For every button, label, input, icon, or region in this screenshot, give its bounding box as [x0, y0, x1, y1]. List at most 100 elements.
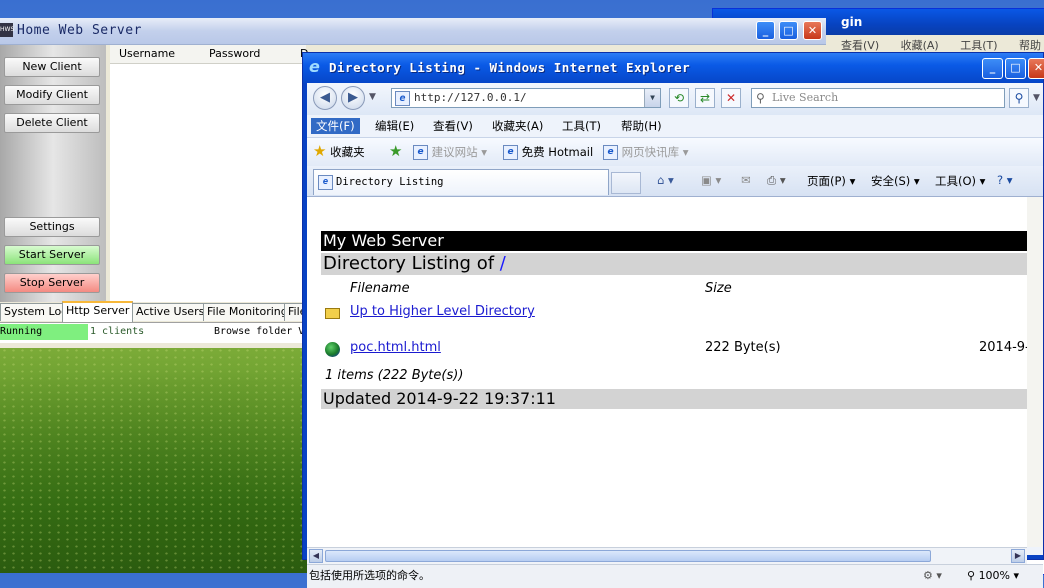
bg-menu-favorites[interactable]: 收藏(A) — [901, 39, 939, 52]
fav-web-slice-gallery[interactable]: e 网页快讯库 ▾ — [603, 144, 689, 160]
add-favorite-icon[interactable]: ★ — [389, 144, 402, 159]
back-arrow-icon[interactable]: ◀ — [313, 86, 337, 110]
ie-window: e Directory Listing - Windows Internet E… — [302, 52, 1044, 588]
ie-close-button[interactable]: ✕ — [1028, 58, 1044, 79]
ie-maximize-button[interactable]: □ — [1005, 58, 1026, 79]
listing-prefix: Directory Listing of — [323, 253, 495, 274]
menu-edit[interactable]: 编辑(E) — [370, 118, 419, 134]
print-icon[interactable]: ⎙ ▾ — [767, 173, 786, 188]
vertical-scrollbar[interactable] — [1027, 197, 1043, 547]
scroll-right-icon[interactable]: ▶ — [1011, 549, 1025, 563]
home-icon[interactable]: ⌂ ▾ — [657, 173, 674, 187]
search-icon[interactable]: ⚲ — [1009, 88, 1029, 108]
horizontal-scrollbar[interactable]: ◀ ▶ — [307, 547, 1027, 564]
file-link[interactable]: poc.html.html — [350, 340, 441, 355]
safety-menu[interactable]: 安全(S) ▾ — [871, 173, 920, 189]
ie-menu-bar: 文件(F) 编辑(E) 查看(V) 收藏夹(A) 工具(T) 帮助(H) — [307, 115, 1043, 138]
listing-path-link[interactable]: / — [500, 253, 506, 274]
hws-minimize-button[interactable]: _ — [756, 21, 775, 40]
search-box[interactable]: ⚲ Live Search — [751, 88, 1005, 108]
tab-directory-listing[interactable]: e Directory Listing — [313, 169, 609, 195]
history-dropdown-icon[interactable]: ▼ — [369, 92, 376, 102]
refresh-icon[interactable]: ⇄ — [695, 88, 715, 108]
folder-up-icon — [325, 308, 340, 319]
column-password[interactable]: Password — [209, 45, 260, 63]
page-menu-label: 页面(P) — [807, 174, 846, 188]
page-menu[interactable]: 页面(P) ▾ — [807, 173, 855, 189]
tab-file-monitoring[interactable]: File Monitoring — [203, 303, 292, 321]
hws-window-title: Home Web Server — [17, 23, 142, 38]
stop-server-button[interactable]: Stop Server — [4, 273, 100, 293]
address-url: http://127.0.0.1/ — [414, 91, 527, 104]
suggested-sites-icon: e — [413, 145, 428, 160]
zoom-level: 100% — [978, 569, 1011, 582]
safety-menu-label: 安全(S) — [871, 174, 911, 188]
ie-chrome: ◀ ▶ ▼ e http://127.0.0.1/ ▼ ⟲ ⇄ ✕ ⚲ Live… — [307, 83, 1043, 588]
server-state: Running — [0, 324, 88, 340]
compatibility-icon[interactable]: ⟲ — [669, 88, 689, 108]
client-list[interactable]: Username Password D — [110, 45, 308, 302]
menu-help[interactable]: 帮助(H) — [616, 118, 667, 134]
fav-item-label: 建议网站 — [431, 145, 478, 159]
status-hint: Browse folder V — [214, 326, 305, 337]
up-directory-link[interactable]: Up to Higher Level Directory — [350, 304, 535, 319]
zoom-control[interactable]: ⚲ 100% ▾ — [967, 565, 1019, 587]
scroll-left-icon[interactable]: ◀ — [309, 549, 323, 563]
stop-icon[interactable]: ✕ — [721, 88, 741, 108]
new-tab-button[interactable] — [611, 172, 641, 194]
address-bar[interactable]: e http://127.0.0.1/ ▼ — [391, 88, 661, 108]
tools-menu[interactable]: 工具(O) ▾ — [935, 173, 985, 189]
tools-menu-label: 工具(O) — [935, 174, 977, 188]
ie-status-bar: 包括使用所选项的命令。 ⚙ ▾ ⚲ 100% ▾ — [307, 564, 1043, 588]
tab-http-server[interactable]: Http Server — [62, 301, 134, 322]
ie-window-title: Directory Listing - Windows Internet Exp… — [329, 60, 691, 75]
protected-mode-icon[interactable]: ⚙ ▾ — [923, 565, 942, 587]
column-username[interactable]: Username — [119, 45, 175, 63]
hws-close-button[interactable]: ✕ — [803, 21, 822, 40]
mail-icon[interactable]: ✉ — [741, 173, 751, 187]
listing-heading: Directory Listing of / — [321, 253, 1027, 275]
favorites-label: 收藏夹 — [330, 145, 365, 159]
menu-tools[interactable]: 工具(T) — [557, 118, 606, 134]
tab-title: Directory Listing — [336, 176, 444, 188]
search-options-icon[interactable]: ▼ — [1033, 93, 1040, 103]
html-file-icon — [325, 342, 340, 357]
ie-minimize-button[interactable]: _ — [982, 58, 1003, 79]
hws-title-bar[interactable]: HWS Home Web Server _ □ ✕ — [0, 18, 826, 45]
status-text: 包括使用所选项的命令。 — [309, 569, 430, 582]
fav-suggested-sites[interactable]: e 建议网站 ▾ — [413, 144, 487, 160]
menu-view[interactable]: 查看(V) — [428, 118, 478, 134]
feeds-icon[interactable]: ▣ ▾ — [701, 173, 721, 187]
bg-menu-tools[interactable]: 工具(T) — [960, 39, 997, 52]
tab-active-users[interactable]: Active Users — [132, 303, 209, 321]
settings-button[interactable]: Settings — [4, 217, 100, 237]
bg-menu-view[interactable]: 查看(V) — [841, 39, 879, 52]
hotmail-icon: e — [503, 145, 518, 160]
file-date: 2014-9- — [979, 340, 1027, 355]
delete-client-button[interactable]: Delete Client — [4, 113, 100, 133]
column-size: Size — [705, 281, 732, 296]
hws-button-panel: New Client Modify Client Delete Client S… — [0, 45, 106, 302]
favorites-star-icon: ★ — [313, 142, 327, 160]
hws-logo: HWS — [0, 23, 14, 37]
ie-title-bar[interactable]: e Directory Listing - Windows Internet E… — [303, 53, 1044, 83]
favorites-button[interactable]: ★ 收藏夹 — [313, 144, 365, 160]
file-size: 222 Byte(s) — [705, 340, 781, 355]
forward-arrow-icon[interactable]: ▶ — [341, 86, 365, 110]
scroll-thumb[interactable] — [325, 550, 931, 562]
help-icon[interactable]: ? ▾ — [997, 173, 1013, 187]
address-dropdown-icon[interactable]: ▼ — [644, 89, 660, 107]
hws-maximize-button[interactable]: □ — [779, 21, 798, 40]
page-icon: e — [395, 91, 410, 106]
client-list-header: Username Password D — [110, 45, 308, 64]
fav-hotmail[interactable]: e 免费 Hotmail — [503, 144, 593, 160]
new-client-button[interactable]: New Client — [4, 57, 100, 77]
address-toolbar: ◀ ▶ ▼ e http://127.0.0.1/ ▼ ⟲ ⇄ ✕ ⚲ Live… — [307, 83, 1043, 115]
menu-file[interactable]: 文件(F) — [311, 118, 360, 134]
fav-item-label: 网页快讯库 — [621, 145, 680, 159]
menu-favorites[interactable]: 收藏夹(A) — [487, 118, 548, 134]
modify-client-button[interactable]: Modify Client — [4, 85, 100, 105]
start-server-button[interactable]: Start Server — [4, 245, 100, 265]
fav-item-label: 免费 Hotmail — [521, 145, 594, 159]
search-placeholder: Live Search — [772, 91, 839, 104]
